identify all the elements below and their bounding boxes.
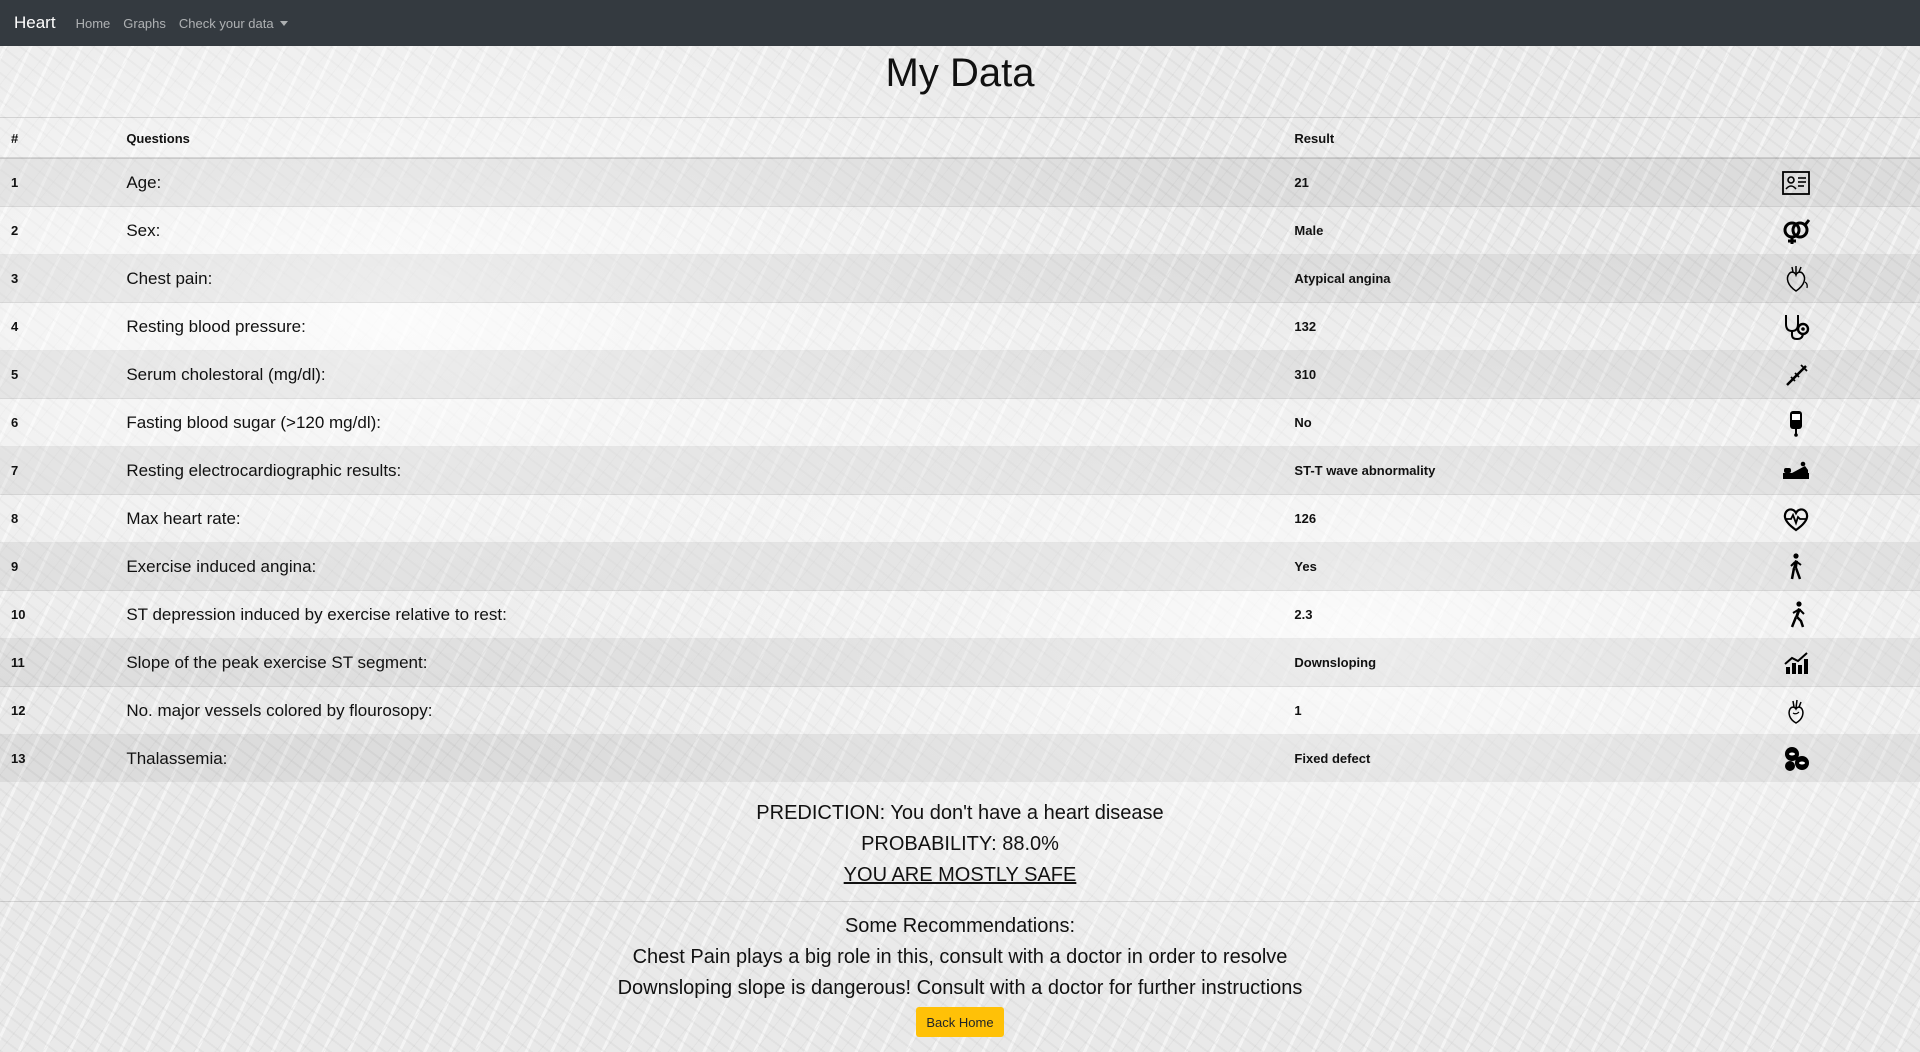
nav-dropdown-check-data[interactable]: Check your data [179,16,288,31]
navbar: Heart Home Graphs Check your data [0,0,1920,46]
prediction-block: PREDICTION: You don't have a heart disea… [0,798,1920,891]
row-question: Resting blood pressure: [126,302,1295,351]
divider [0,117,1920,118]
row-number: 10 [0,590,127,639]
row-question: Max heart rate: [126,494,1295,543]
row-result: Downsloping [1294,638,1772,687]
table-row: 2 Sex: Male [0,206,1920,255]
row-question: Fasting blood sugar (>120 mg/dl): [126,398,1295,447]
running-person-icon [1781,600,1811,630]
table-row: 11 Slope of the peak exercise ST segment… [0,638,1920,687]
table-row: 1 Age: 21 [0,157,1920,207]
row-result: 126 [1294,494,1772,543]
row-result: Atypical angina [1294,254,1772,303]
row-question: Serum cholestoral (mg/dl): [126,350,1295,399]
row-question: Thalassemia: [126,734,1295,782]
glucose-meter-icon [1781,408,1811,438]
heart-organ-icon [1781,264,1811,294]
row-question: Exercise induced angina: [126,542,1295,591]
header-number: # [0,120,127,159]
row-number: 8 [0,494,127,543]
page-title: My Data [885,51,1035,95]
row-question: ST depression induced by exercise relati… [126,590,1295,639]
row-result: 21 [1294,157,1772,207]
table-row: 12 No. major vessels colored by flouroso… [0,686,1920,735]
row-question: Slope of the peak exercise ST segment: [126,638,1295,687]
syringe-icon [1781,360,1811,390]
row-number: 6 [0,398,127,447]
recommendations-heading: Some Recommendations: [844,915,1076,937]
brand-link[interactable]: Heart [14,13,56,33]
header-questions: Questions [126,120,1295,159]
id-card-icon [1781,168,1811,198]
row-question: Chest pain: [126,254,1295,303]
table-row: 10 ST depression induced by exercise rel… [0,590,1920,639]
heart-vessels-icon [1781,696,1811,726]
row-result: 132 [1294,302,1772,351]
row-result: 1 [1294,686,1772,735]
nav-link-graphs[interactable]: Graphs [123,16,166,31]
blood-cells-icon [1781,744,1811,774]
probability-text: PROBABILITY: 88.0% [861,833,1059,855]
row-result: ST-T wave abnormality [1294,446,1772,495]
table-row: 4 Resting blood pressure: 132 [0,302,1920,351]
table-row: 13 Thalassemia: Fixed defect [0,734,1920,782]
row-number: 7 [0,446,127,495]
recommendations-block: Some Recommendations: Chest Pain plays a… [0,911,1920,1004]
nav-dropdown-label: Check your data [178,15,274,31]
row-number: 5 [0,350,127,399]
row-result: No [1294,398,1772,447]
chart-growth-icon [1781,648,1811,678]
prediction-text: PREDICTION: You don't have a heart disea… [756,802,1164,824]
gender-icon [1781,216,1811,246]
row-question: No. major vessels colored by flourosopy: [126,686,1295,735]
back-home-button[interactable]: Back Home [916,1007,1004,1037]
table-row: 6 Fasting blood sugar (>120 mg/dl): No [0,398,1920,447]
hospital-bed-icon [1781,456,1811,486]
divider [0,901,1920,902]
row-number: 12 [0,686,127,735]
data-table: # Questions Result 1 Age: 21 2 Sex: Male… [0,120,1920,782]
recommendation-item: Downsloping slope is dangerous! Consult … [617,977,1303,999]
row-result: Yes [1294,542,1772,591]
heartbeat-icon [1781,504,1811,534]
walking-person-icon [1781,552,1811,582]
stethoscope-icon [1781,312,1811,342]
nav-link-home[interactable]: Home [76,16,111,31]
row-result: 2.3 [1294,590,1772,639]
row-question: Resting electrocardiographic results: [126,446,1295,495]
row-number: 4 [0,302,127,351]
row-number: 11 [0,638,127,687]
caret-down-icon [279,20,288,26]
row-result: Fixed defect [1294,734,1772,782]
row-question: Sex: [126,206,1295,255]
header-result: Result [1294,120,1772,159]
row-number: 9 [0,542,127,591]
table-row: 8 Max heart rate: 126 [0,494,1920,543]
table-row: 9 Exercise induced angina: Yes [0,542,1920,591]
row-number: 2 [0,206,127,255]
row-result: Male [1294,206,1772,255]
row-question: Age: [126,157,1295,207]
recommendation-item: Chest Pain plays a big role in this, con… [632,946,1288,968]
safety-verdict: YOU ARE MOSTLY SAFE [843,864,1077,886]
table-row: 7 Resting electrocardiographic results: … [0,446,1920,495]
row-number: 1 [0,157,127,207]
table-header-row: # Questions Result [0,120,1920,159]
table-row: 3 Chest pain: Atypical angina [0,254,1920,303]
header-icon [1771,120,1920,159]
row-result: 310 [1294,350,1772,399]
row-number: 3 [0,254,127,303]
row-number: 13 [0,734,127,782]
table-row: 5 Serum cholestoral (mg/dl): 310 [0,350,1920,399]
